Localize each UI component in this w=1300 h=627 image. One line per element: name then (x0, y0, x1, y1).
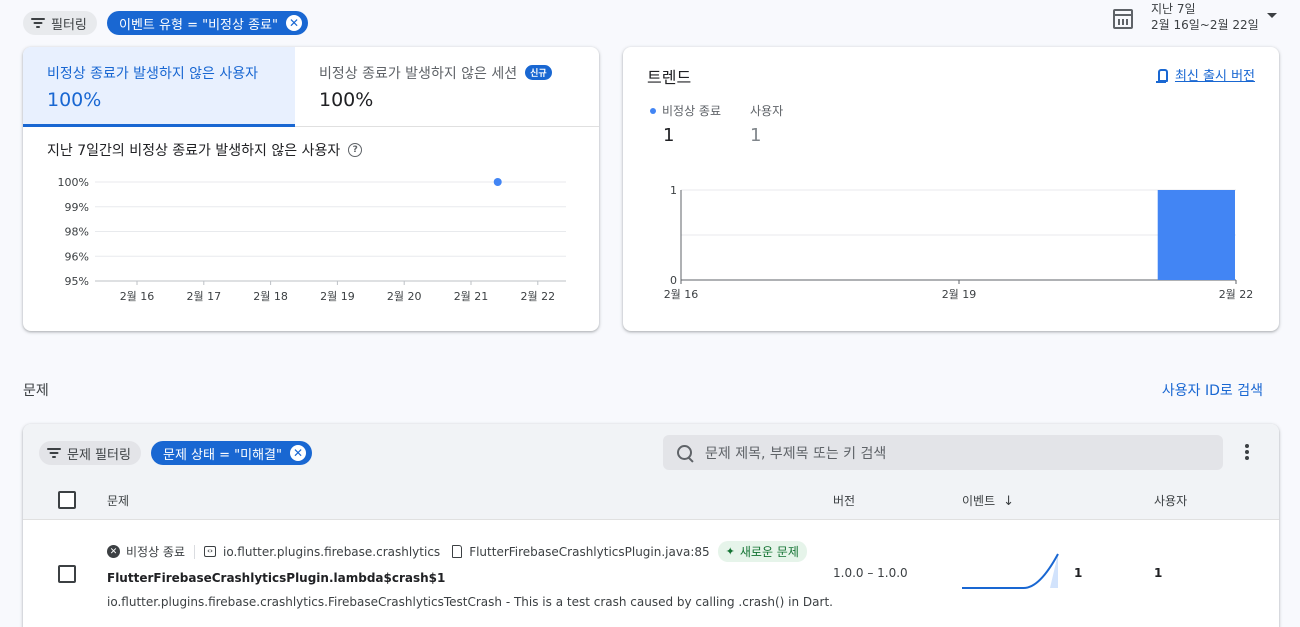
column-events-label: 이벤트 (962, 494, 996, 508)
y-tick-label: 0 (670, 274, 677, 287)
search-by-user-id-link[interactable]: 사용자 ID로 검색 (1162, 380, 1263, 400)
issue-event-count: 1 (1074, 566, 1083, 580)
new-issue-label: 새로운 문제 (739, 545, 799, 559)
row-checkbox[interactable] (58, 565, 76, 583)
select-all-checkbox[interactable] (58, 491, 76, 509)
filter-icon (31, 18, 45, 28)
x-tick-label: 2월 16 (664, 288, 699, 301)
x-tick-label: 2월 18 (253, 290, 288, 303)
issue-search-input[interactable]: 문제 제목, 부제목 또는 키 검색 (663, 435, 1223, 470)
x-tick-label: 2월 17 (186, 290, 221, 303)
event-type-filter-chip[interactable]: 이벤트 유형 = "비정상 종료" ✕ (107, 11, 308, 35)
code-icon: ‹› (204, 546, 217, 557)
filter-button[interactable]: 필터링 (23, 11, 97, 35)
y-tick-label: 95% (65, 275, 89, 288)
x-tick-label: 2월 19 (942, 288, 977, 301)
y-tick-label: 1 (670, 184, 677, 197)
y-tick-label: 100% (58, 176, 89, 189)
issue-file: FlutterFirebaseCrashlyticsPlugin.java:85 (469, 544, 710, 559)
date-range-value: 2월 16일~2월 22일 (1151, 18, 1259, 32)
issues-panel: 문제 필터링 문제 상태 = "미해결" ✕ 문제 제목, 부제목 또는 키 검… (23, 424, 1279, 627)
sparkle-icon: ✦ (725, 545, 735, 558)
filter-icon (47, 448, 61, 458)
column-events[interactable]: 이벤트 ↓ (962, 492, 1014, 509)
arrow-down-icon: ↓ (1003, 494, 1015, 509)
close-icon[interactable]: ✕ (285, 15, 302, 31)
date-range-picker[interactable]: 지난 7일 2월 16일~2월 22일 (1113, 1, 1277, 33)
new-issue-badge: ✦ 새로운 문제 (717, 541, 807, 562)
y-tick-label: 98% (65, 226, 89, 239)
data-point (493, 178, 502, 186)
more-vert-icon[interactable] (1245, 444, 1249, 460)
issue-title-link[interactable]: FlutterFirebaseCrashlyticsPlugin.lambda$… (107, 571, 445, 585)
column-users[interactable]: 사용자 (1154, 492, 1187, 509)
x-tick-label: 2월 22 (520, 290, 555, 303)
crash-icon: ✕ (107, 545, 120, 558)
issues-section-title: 문제 (23, 383, 49, 399)
issue-version: 1.0.0 – 1.0.0 (833, 566, 908, 580)
column-version[interactable]: 버전 (833, 492, 855, 509)
issue-status-chip-label: 문제 상태 = "미해결" (163, 447, 282, 463)
issue-status-filter-chip[interactable]: 문제 상태 = "미해결" ✕ (151, 441, 312, 465)
search-icon (677, 444, 693, 461)
issue-type: 비정상 종료 (126, 545, 186, 559)
divider (194, 544, 196, 559)
filter-label: 필터링 (51, 17, 87, 33)
issue-user-count: 1 (1154, 566, 1163, 580)
trend-chart: 1 0 2월 16 2월 19 2월 22 (664, 184, 1254, 301)
date-range-label: 지난 7일 (1151, 2, 1196, 16)
file-icon (452, 545, 463, 558)
search-placeholder: 문제 제목, 부제목 또는 키 검색 (705, 445, 887, 462)
y-tick-label: 96% (65, 250, 89, 263)
issue-package: io.flutter.plugins.firebase.crashlytics (223, 544, 441, 559)
trend-card: 트렌드 최신 출시 버전 비정상 종료 1 사용자 1 10 2월 16 2월 1… (623, 47, 1279, 331)
crash-free-chart: 100% 99% 98% 96% 95% 2월 16 2월 17 2월 18 2월 19 2월 … (58, 176, 566, 303)
y-tick-label: 99% (65, 201, 89, 214)
issue-subtitle: io.flutter.plugins.firebase.crashlytics.… (107, 595, 833, 609)
events-sparkline (962, 553, 1059, 589)
close-icon[interactable]: ✕ (289, 445, 306, 461)
issue-meta: ✕ 비정상 종료 ‹› io.flutter.plugins.firebase.… (107, 541, 807, 562)
sparkline-line (962, 553, 1059, 589)
x-tick-label: 2월 21 (454, 290, 489, 303)
crash-free-card: 비정상 종료가 발생하지 않은 사용자 100% 비정상 종료가 발생하지 않은… (23, 47, 599, 331)
column-issue[interactable]: 문제 (107, 492, 129, 509)
x-tick-label: 2월 20 (387, 290, 422, 303)
trend-bar (1157, 190, 1235, 280)
event-type-chip-label: 이벤트 유형 = "비정상 종료" (119, 17, 278, 33)
issue-filter-label: 문제 필터링 (67, 447, 131, 463)
calendar-icon (1113, 9, 1133, 29)
x-tick-label: 2월 16 (120, 290, 155, 303)
chevron-down-icon (1266, 12, 1277, 18)
x-tick-label: 2월 19 (320, 290, 355, 303)
x-tick-label: 2월 22 (1219, 288, 1254, 301)
issue-filter-button[interactable]: 문제 필터링 (39, 441, 141, 465)
